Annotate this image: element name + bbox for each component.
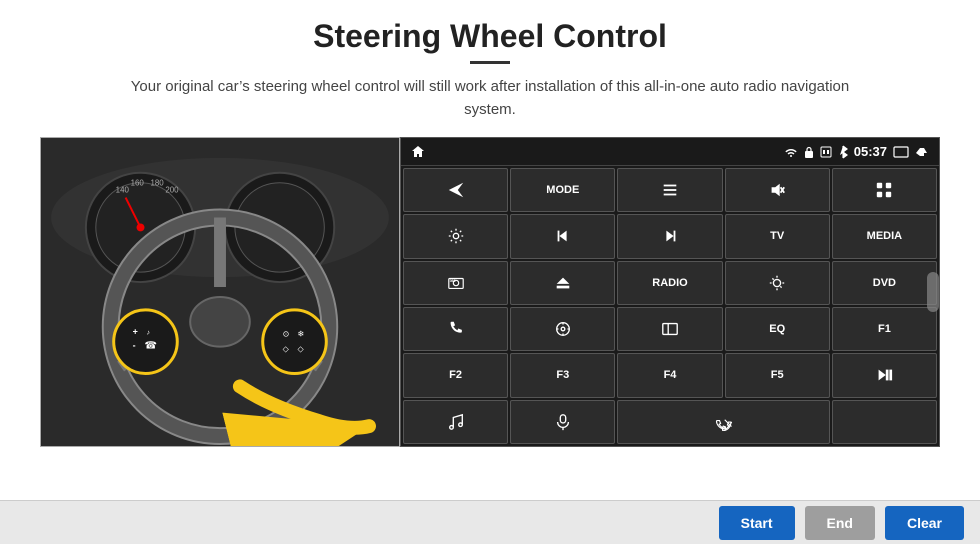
button-grid: MODE TV (401, 166, 939, 446)
sim-icon (820, 146, 832, 158)
btn-list[interactable] (617, 168, 722, 212)
status-bar: 05:37 (401, 138, 939, 166)
svg-text:+: + (133, 327, 138, 337)
svg-text:◇: ◇ (283, 345, 290, 354)
content-row: 140 160 180 200 (40, 137, 940, 447)
status-left (411, 145, 425, 159)
btn-prev[interactable] (510, 214, 615, 258)
btn-playpause[interactable] (832, 353, 937, 397)
back-icon (915, 146, 929, 158)
btn-brightness[interactable] (725, 261, 830, 305)
page: Steering Wheel Control Your original car… (0, 0, 980, 544)
home-icon (411, 145, 425, 159)
btn-mic[interactable] (510, 400, 615, 444)
svg-text:◇: ◇ (297, 345, 304, 354)
title-divider (470, 61, 510, 64)
btn-tv[interactable]: TV (725, 214, 830, 258)
start-button[interactable]: Start (719, 506, 795, 540)
page-title: Steering Wheel Control (313, 18, 667, 55)
action-bar: Start End Clear (0, 500, 980, 544)
clear-button[interactable]: Clear (885, 506, 964, 540)
svg-text:160: 160 (131, 179, 145, 188)
scroll-hint (927, 272, 939, 312)
btn-next[interactable] (617, 214, 722, 258)
svg-text:♪: ♪ (146, 330, 149, 337)
btn-answer[interactable] (617, 400, 829, 444)
time-display: 05:37 (854, 144, 887, 159)
end-button[interactable]: End (805, 506, 875, 540)
btn-f4[interactable]: F4 (617, 353, 722, 397)
steering-wheel-image: 140 160 180 200 (40, 137, 400, 447)
btn-screen2[interactable] (617, 307, 722, 351)
bluetooth-icon (838, 145, 848, 159)
btn-navi[interactable] (510, 307, 615, 351)
page-subtitle: Your original car’s steering wheel contr… (130, 76, 850, 121)
screen-icon (893, 146, 909, 158)
btn-settings[interactable] (403, 214, 508, 258)
btn-mode[interactable]: MODE (510, 168, 615, 212)
status-right: 05:37 (784, 144, 929, 159)
btn-radio[interactable]: RADIO (617, 261, 722, 305)
btn-empty[interactable] (832, 400, 937, 444)
btn-eject[interactable] (510, 261, 615, 305)
btn-apps[interactable] (832, 168, 937, 212)
control-panel: 05:37 MODE (400, 137, 940, 447)
wifi-icon (784, 147, 798, 157)
btn-music[interactable] (403, 400, 508, 444)
btn-mute[interactable] (725, 168, 830, 212)
svg-text:❄: ❄ (297, 330, 304, 339)
lock-icon (804, 146, 814, 158)
svg-text:200: 200 (165, 186, 179, 195)
svg-text:-: - (133, 341, 136, 351)
svg-text:180: 180 (150, 179, 164, 188)
btn-f1[interactable]: F1 (832, 307, 937, 351)
svg-text:⊙: ⊙ (283, 330, 290, 339)
btn-eq[interactable]: EQ (725, 307, 830, 351)
btn-media[interactable]: MEDIA (832, 214, 937, 258)
svg-text:140: 140 (116, 186, 130, 195)
btn-f3[interactable]: F3 (510, 353, 615, 397)
btn-send[interactable] (403, 168, 508, 212)
btn-phone[interactable] (403, 307, 508, 351)
btn-f2[interactable]: F2 (403, 353, 508, 397)
btn-dvd[interactable]: DVD (832, 261, 937, 305)
svg-text:☎: ☎ (144, 341, 156, 352)
btn-f5[interactable]: F5 (725, 353, 830, 397)
svg-text:360: 360 (449, 279, 455, 283)
btn-camera360[interactable]: 360 (403, 261, 508, 305)
